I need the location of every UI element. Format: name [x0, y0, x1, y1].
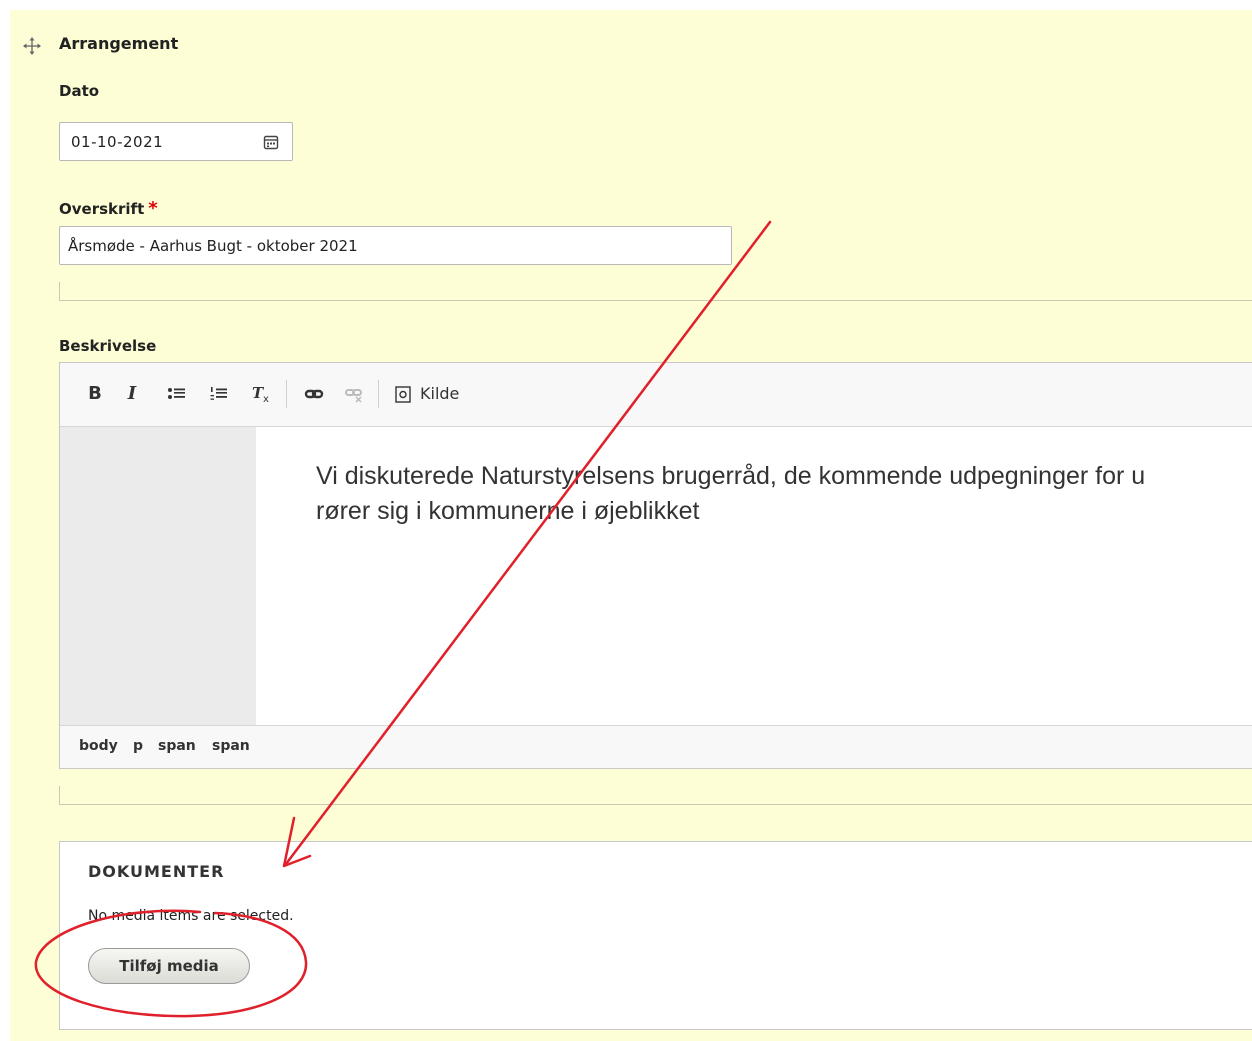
date-label: Dato — [59, 82, 100, 100]
calendar-icon[interactable] — [263, 134, 279, 150]
date-value: 01-10-2021 — [71, 133, 164, 151]
unlink-icon — [343, 383, 365, 405]
path-item-span[interactable]: span — [212, 738, 250, 754]
move-arrows-icon-svg — [23, 37, 41, 55]
field-divider — [59, 786, 1252, 805]
italic-button[interactable]: I — [122, 383, 142, 405]
svg-text:x: x — [263, 394, 269, 405]
numbered-list-icon[interactable] — [208, 383, 230, 405]
heading-label-text: Overskrift — [59, 200, 145, 218]
path-item-p[interactable]: p — [133, 738, 143, 754]
documents-fieldset: DOKUMENTER No media items are selected. … — [59, 841, 1252, 1030]
remove-format-icon[interactable]: Tx — [250, 383, 272, 405]
no-media-text: No media items are selected. — [88, 908, 294, 924]
documents-title: DOKUMENTER — [88, 862, 225, 881]
heading-input[interactable]: Årsmøde - Aarhus Bugt - oktober 2021 — [59, 226, 732, 265]
path-item-body[interactable]: body — [79, 738, 118, 754]
toolbar-separator — [286, 380, 287, 408]
move-arrows-icon[interactable] — [22, 36, 42, 56]
editor-toolbar: B I Tx Kilde — [60, 363, 1252, 427]
bulleted-list-icon[interactable] — [166, 383, 188, 405]
toolbar-separator — [378, 380, 379, 408]
link-icon[interactable] — [303, 383, 325, 405]
element-path-bar: body p span span — [60, 725, 1252, 768]
editor-text-line-2: rører sig i kommunerne i øjeblikket — [316, 497, 700, 525]
field-divider — [59, 282, 1252, 301]
source-icon[interactable] — [393, 383, 413, 405]
source-button-label[interactable]: Kilde — [420, 384, 459, 403]
editor-content[interactable]: Vi diskuterede Naturstyrelsens brugerråd… — [316, 459, 1252, 529]
path-item-span[interactable]: span — [158, 738, 196, 754]
heading-value: Årsmøde - Aarhus Bugt - oktober 2021 — [68, 237, 358, 255]
heading-label: Overskrift * — [59, 198, 158, 219]
rich-text-editor[interactable]: B I Tx Kilde Vi diskuterede Naturstyrels… — [59, 362, 1252, 769]
editor-margin — [60, 427, 256, 727]
date-input[interactable]: 01-10-2021 — [59, 122, 293, 161]
editor-text-line-1: Vi diskuterede Naturstyrelsens brugerråd… — [316, 462, 1146, 490]
description-label: Beskrivelse — [59, 337, 157, 355]
section-title: Arrangement — [59, 34, 179, 53]
required-marker: * — [148, 198, 158, 219]
add-media-button[interactable]: Tilføj media — [88, 948, 250, 984]
bold-button[interactable]: B — [85, 383, 105, 405]
